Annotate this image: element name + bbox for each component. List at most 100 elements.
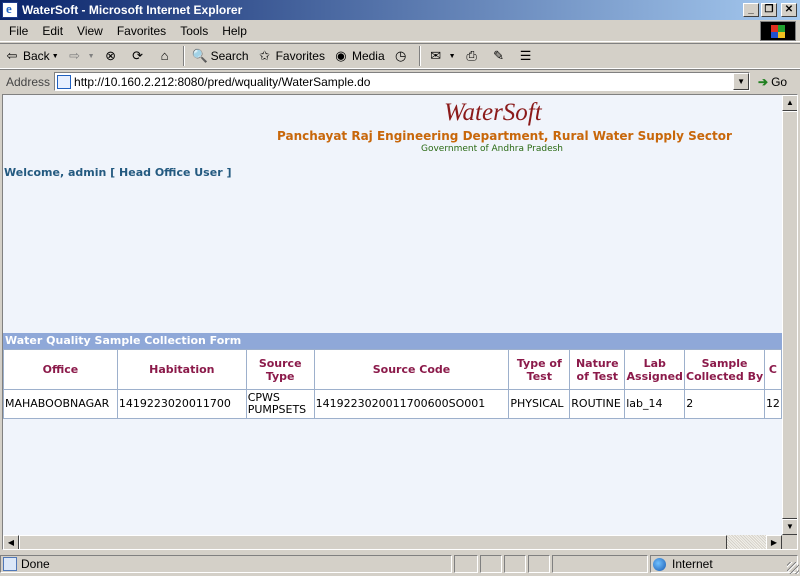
vertical-scroll-thumb[interactable]: [782, 111, 797, 519]
search-button[interactable]: 🔍 Search: [188, 45, 253, 67]
cell-truncated: 12: [763, 389, 782, 419]
edit-button[interactable]: ✎: [487, 45, 514, 67]
home-icon: ⌂: [160, 48, 169, 63]
cell-lab-assigned: lab_14: [624, 389, 686, 419]
go-button[interactable]: ➔ Go: [758, 75, 787, 89]
form-title: Water Quality Sample Collection Form: [3, 333, 782, 349]
address-field[interactable]: ▼: [54, 72, 751, 91]
col-nature-of-test: Nature of Test: [569, 349, 626, 390]
col-source-type: Source Type: [245, 349, 315, 390]
scrollbar-corner: [782, 535, 797, 549]
resize-grip-icon[interactable]: [787, 562, 799, 574]
cell-sample-collected-by: 2: [684, 389, 765, 419]
refresh-button[interactable]: ⟳: [126, 45, 153, 67]
address-input[interactable]: [74, 74, 734, 89]
home-button[interactable]: ⌂: [153, 45, 180, 67]
horizontal-scrollbar[interactable]: ◀ ▶: [3, 535, 782, 549]
cell-type-of-test: PHYSICAL: [508, 389, 571, 419]
menu-view[interactable]: View: [70, 24, 110, 38]
status-pane: [454, 555, 478, 573]
favorites-button[interactable]: ✩ Favorites: [253, 45, 329, 67]
close-button[interactable]: ✕: [781, 3, 797, 17]
security-zone-pane: Internet: [650, 555, 798, 573]
col-habitation: Habitation: [116, 349, 247, 390]
menu-file[interactable]: File: [0, 24, 35, 38]
minimize-button[interactable]: _: [743, 3, 759, 17]
window-title: WaterSoft - Microsoft Internet Explorer: [22, 3, 243, 17]
forward-dropdown-icon[interactable]: ▼: [88, 53, 95, 60]
back-button[interactable]: ⇦ Back ▼: [0, 45, 63, 67]
windows-flag-icon: [771, 25, 785, 38]
stop-button[interactable]: ⊗: [99, 45, 126, 67]
ie-icon: [2, 1, 18, 18]
edit-icon: ✎: [493, 48, 505, 63]
browser-window: WaterSoft - Microsoft Internet Explorer …: [0, 0, 800, 576]
cell-nature-of-test: ROUTINE: [569, 389, 626, 419]
media-icon: ◉: [335, 48, 347, 63]
page-icon: [57, 74, 72, 89]
status-text: Done: [21, 557, 50, 571]
print-icon: ⎙: [466, 48, 477, 63]
toolbar-separator: [418, 46, 421, 66]
forward-button[interactable]: ⇨ ▼: [63, 45, 99, 67]
menu-help[interactable]: Help: [215, 24, 254, 38]
menu-favorites[interactable]: Favorites: [110, 24, 173, 38]
search-icon: 🔍: [191, 48, 208, 63]
cell-source-code: 1419223020011700600SO001: [313, 389, 510, 419]
address-bar: Address ▼ ➔ Go: [0, 69, 800, 93]
department-subtitle: Panchayat Raj Engineering Department, Ru…: [277, 129, 732, 143]
favorites-label: Favorites: [275, 49, 325, 63]
scroll-up-icon[interactable]: ▲: [782, 95, 797, 111]
discuss-button[interactable]: ☰: [514, 45, 541, 67]
status-pane: [552, 555, 648, 573]
page-done-icon: [3, 557, 17, 571]
back-dropdown-icon[interactable]: ▼: [52, 53, 59, 60]
cell-source-type: CPWS PUMPSETS: [245, 389, 315, 419]
toolbar-separator: [182, 46, 185, 66]
vertical-scrollbar[interactable]: ▲ ▼: [782, 95, 797, 535]
address-dropdown-icon[interactable]: ▼: [733, 73, 750, 90]
favorites-star-icon: ✩: [259, 48, 271, 63]
back-arrow-icon: ⇦: [6, 48, 18, 63]
status-pane: [528, 555, 550, 573]
mail-button[interactable]: ✉ ▼: [424, 45, 460, 67]
menu-tools[interactable]: Tools: [173, 24, 215, 38]
menu-bar: File Edit View Favorites Tools Help: [0, 20, 800, 42]
scroll-left-icon[interactable]: ◀: [3, 535, 19, 549]
menu-edit[interactable]: Edit: [35, 24, 70, 38]
sample-table: Office Habitation Source Type Source Cod…: [3, 349, 782, 419]
scroll-down-icon[interactable]: ▼: [782, 519, 797, 535]
go-arrow-icon: ➔: [758, 74, 769, 89]
mail-dropdown-icon[interactable]: ▼: [449, 53, 456, 60]
maximize-button[interactable]: ❐: [761, 3, 777, 17]
forward-arrow-icon: ⇨: [69, 48, 81, 63]
status-pane: [504, 555, 526, 573]
scroll-right-icon[interactable]: ▶: [766, 535, 782, 549]
back-label: Back: [23, 49, 50, 63]
status-bar: Done Internet: [0, 552, 800, 576]
welcome-message: Welcome, admin [ Head Office User ]: [4, 166, 232, 179]
government-label: Government of Andhra Pradesh: [421, 144, 564, 154]
windows-logo-throbber: [760, 21, 796, 41]
refresh-icon: ⟳: [132, 48, 144, 63]
media-button[interactable]: ◉ Media: [329, 45, 389, 67]
mail-icon: ✉: [430, 48, 442, 63]
search-label: Search: [210, 49, 249, 63]
col-sample-collected-by: Sample Collected By: [684, 349, 765, 390]
go-label: Go: [771, 74, 788, 89]
col-lab-assigned: Lab Assigned: [624, 349, 686, 390]
col-source-code: Source Code: [313, 349, 510, 390]
col-office: Office: [3, 349, 118, 390]
discuss-icon: ☰: [519, 48, 532, 63]
internet-globe-icon: [653, 557, 666, 571]
address-label: Address: [6, 74, 51, 89]
status-pane: [480, 555, 502, 573]
horizontal-scroll-thumb[interactable]: [19, 535, 727, 549]
status-text-pane: Done: [0, 555, 452, 573]
print-button[interactable]: ⎙: [460, 45, 487, 67]
col-truncated: C: [763, 349, 782, 390]
history-button[interactable]: ◷: [389, 45, 416, 67]
zone-label: Internet: [672, 557, 713, 571]
web-page: WaterSoft Panchayat Raj Engineering Depa…: [3, 95, 782, 535]
stop-icon: ⊗: [105, 48, 117, 63]
